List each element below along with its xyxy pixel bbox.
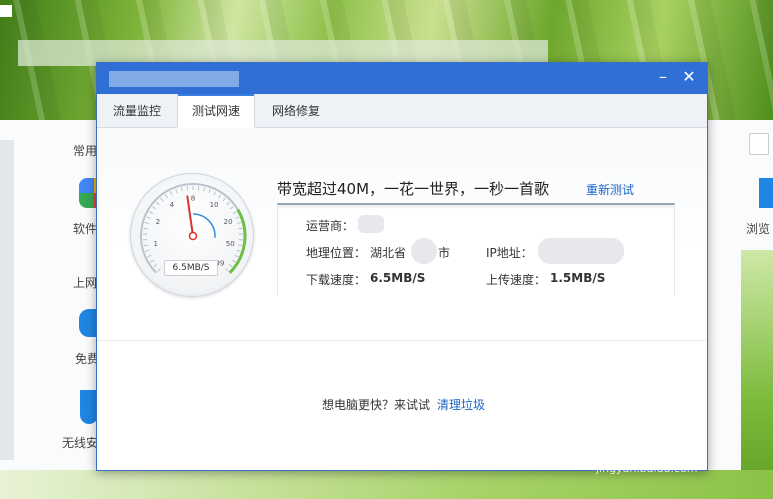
download-label: 下载速度： <box>306 273 367 287</box>
content-divider <box>97 340 707 341</box>
gauge-tick <box>152 206 157 210</box>
baidu-watermark-url: jingyan.baidu.com <box>596 462 698 475</box>
gauge-tick <box>213 191 217 196</box>
gauge-tick <box>147 254 152 258</box>
gauge-tick <box>150 259 154 263</box>
location-city-redacted <box>411 238 437 264</box>
tab-network-repair[interactable]: 网络修复 <box>255 94 337 128</box>
gauge-tick <box>208 188 211 193</box>
speed-gauge: 0124810205099 6.5MB/S <box>130 173 254 297</box>
gauge-tick <box>236 249 241 252</box>
bg-logo-fragment <box>0 5 12 17</box>
dialog-titlebar[interactable]: – ✕ <box>97 63 707 94</box>
bg-label-wireless: 无线安 <box>62 436 99 450</box>
baidu-watermark-logo: Bai●经验 <box>592 422 691 447</box>
gauge-tick-label: 10 <box>210 201 219 209</box>
gauge-tick <box>234 254 239 258</box>
tab-speed-test[interactable]: 测试网速 <box>177 94 255 129</box>
ip-label: IP地址： <box>486 246 533 260</box>
location-label: 地理位置： <box>306 246 367 260</box>
gauge-tick <box>228 264 233 268</box>
gauge-readout: 6.5MB/S <box>164 260 218 276</box>
gauge-tick <box>144 222 149 224</box>
gauge-tick-label: 8 <box>191 195 195 203</box>
gauge-tick <box>232 211 237 214</box>
gauge-tick <box>238 244 243 247</box>
gauge-tick <box>160 197 164 202</box>
gauge-tick <box>226 201 230 206</box>
free-wifi-icon[interactable] <box>79 309 97 337</box>
result-panel: 运营商： 地理位置： 湖北省 市 IP地址： 下载速度： 6.5MB/S 上传速… <box>277 203 675 295</box>
bg-label-common: 常用 <box>73 144 98 158</box>
retest-link[interactable]: 重新测试 <box>586 181 634 198</box>
bg-label-internet: 上网 <box>73 276 98 290</box>
gauge-tick <box>153 264 158 268</box>
footer-prompt: 想电脑更快？来试试 <box>322 398 431 412</box>
speed-headline: 带宽超过40M，一花一世界，一秒一首歌 <box>277 180 550 198</box>
clean-junk-link[interactable]: 清理垃圾 <box>437 396 485 413</box>
isp-label: 运营商： <box>306 219 355 233</box>
gauge-tick <box>143 244 148 247</box>
background-left-strip <box>0 140 14 460</box>
speed-test-dialog: – ✕ 流量监控 测试网速 网络修复 0124810205099 6.5MB/S… <box>96 62 708 471</box>
gauge-tick <box>143 227 148 230</box>
gauge-tick-label: 20 <box>224 218 233 226</box>
download-value: 6.5MB/S <box>370 271 426 285</box>
bg-right-green <box>741 250 773 499</box>
gauge-tick <box>218 194 222 198</box>
bg-right-icon[interactable] <box>759 178 773 208</box>
gauge-tick <box>203 187 206 192</box>
gauge-tick <box>232 259 236 263</box>
upload-value: 1.5MB/S <box>550 271 606 285</box>
gauge-needle-hub <box>188 231 198 241</box>
gauge-tick <box>225 268 229 272</box>
location-value: 湖北省 <box>370 246 407 260</box>
gauge-tick <box>156 201 160 206</box>
gauge-tick <box>222 197 226 202</box>
gauge-tick <box>238 227 243 230</box>
bg-label-software: 软件 <box>73 222 98 236</box>
ip-value-redacted <box>538 238 624 264</box>
dialog-tabs: 流量监控 测试网速 网络修复 <box>97 94 707 129</box>
gauge-tick <box>164 194 168 198</box>
gauge-tick <box>149 211 154 214</box>
gauge-tick-label: 4 <box>170 201 175 209</box>
minimize-icon[interactable]: – <box>653 67 673 87</box>
gauge-tick <box>229 206 234 210</box>
gauge-tick <box>237 222 242 224</box>
bg-label-browse: 浏览 <box>746 222 771 236</box>
gauge-tick <box>145 249 150 252</box>
dialog-title-blurred <box>109 71 239 87</box>
gauge-tick <box>146 216 151 219</box>
close-icon[interactable]: ✕ <box>679 67 699 87</box>
bg-right-button[interactable] <box>749 133 769 155</box>
gauge-tick <box>169 191 173 196</box>
gauge-tick-label: 1 <box>153 240 157 248</box>
gauge-tick <box>175 188 178 193</box>
gauge-tick <box>235 216 240 219</box>
gauge-tick-label: 2 <box>156 218 160 226</box>
gauge-tick <box>157 268 161 272</box>
tab-traffic-monitor[interactable]: 流量监控 <box>97 94 177 128</box>
speed-gauge-dial: 0124810205099 <box>140 183 247 274</box>
isp-value-redacted <box>358 215 384 233</box>
upload-label: 上传速度： <box>486 273 547 287</box>
gauge-tick-label: 50 <box>226 240 235 248</box>
gauge-tick <box>180 187 183 192</box>
location-suffix: 市 <box>438 246 451 260</box>
